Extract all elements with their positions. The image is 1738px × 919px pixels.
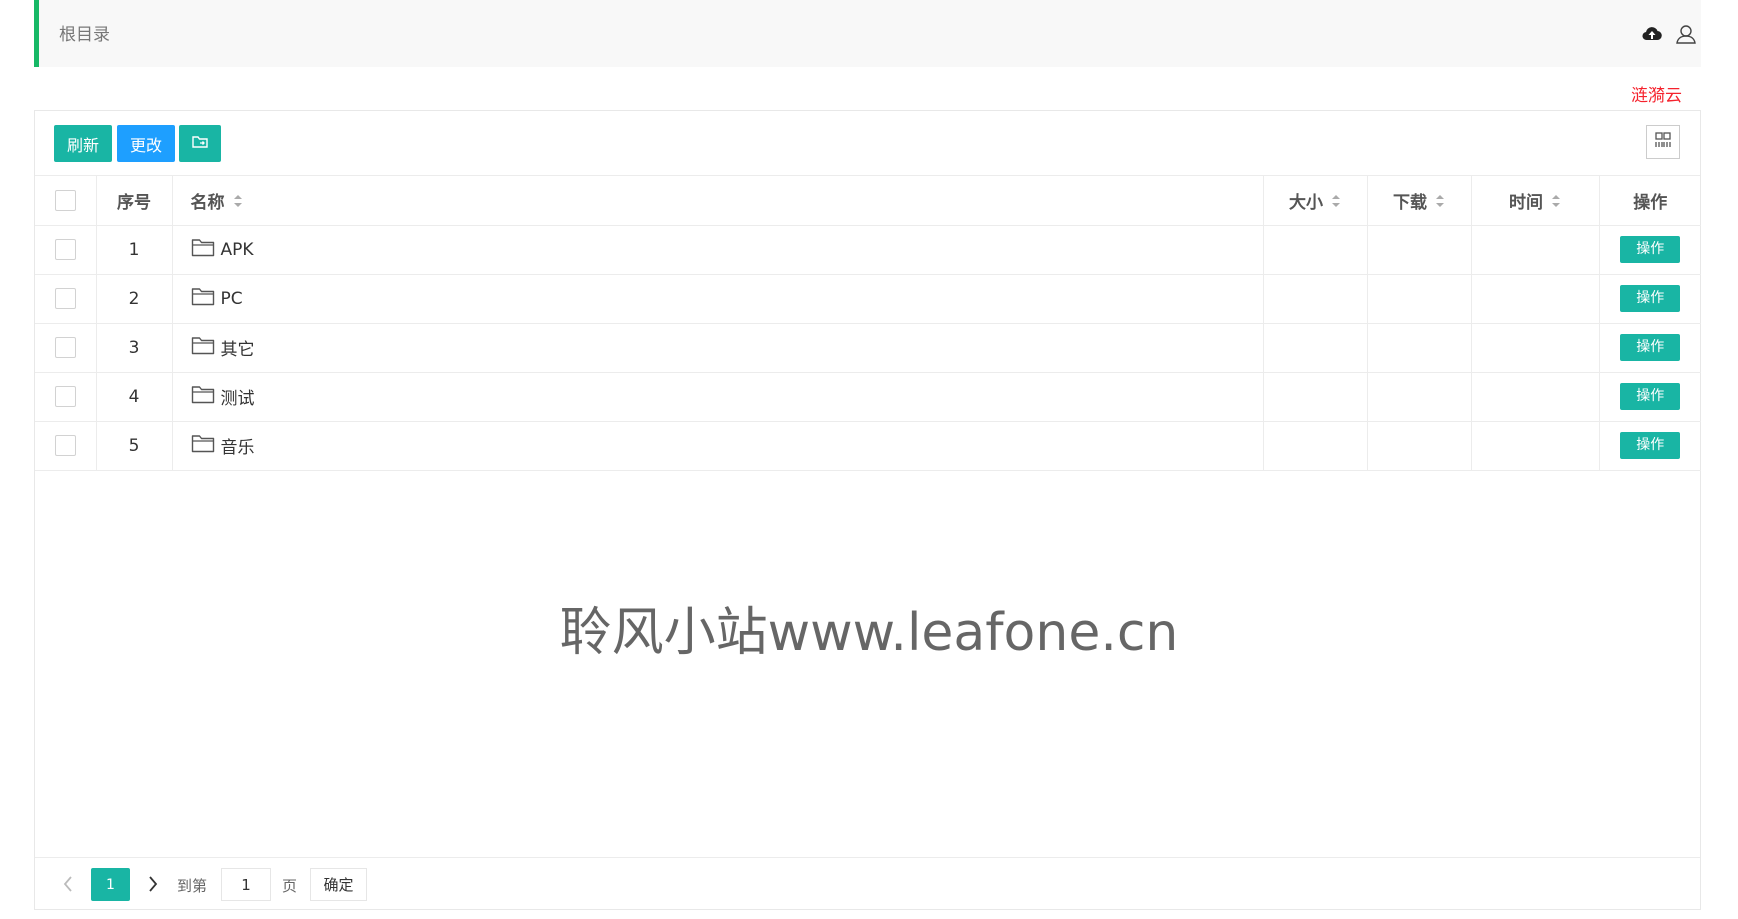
header-action: 操作 bbox=[1599, 176, 1701, 226]
current-page[interactable]: 1 bbox=[91, 868, 130, 901]
row-action-button[interactable]: 操作 bbox=[1620, 236, 1681, 263]
pagination: 1 到第 页 确定 bbox=[35, 857, 1700, 910]
row-checkbox[interactable] bbox=[54, 435, 76, 456]
row-index: 1 bbox=[96, 225, 173, 275]
header-time[interactable]: 时间 bbox=[1471, 176, 1600, 226]
folder-sync-button[interactable] bbox=[179, 125, 221, 162]
header-download[interactable]: 下载 bbox=[1367, 176, 1472, 226]
row-action-button[interactable]: 操作 bbox=[1620, 383, 1681, 410]
file-name-link[interactable]: 测试 bbox=[221, 384, 255, 409]
row-download bbox=[1367, 225, 1472, 275]
refresh-button[interactable]: 刷新 bbox=[54, 125, 112, 162]
chevron-left-icon bbox=[63, 876, 72, 892]
sort-icon[interactable] bbox=[1331, 193, 1341, 213]
brand-link[interactable]: 涟漪云 bbox=[1631, 81, 1682, 106]
row-size bbox=[1263, 372, 1368, 422]
row-action-button[interactable]: 操作 bbox=[1620, 334, 1681, 361]
row-index: 4 bbox=[96, 372, 173, 422]
row-index: 3 bbox=[96, 323, 173, 373]
watermark: 聆风小站www.leafone.cn bbox=[559, 603, 1179, 663]
breadcrumb[interactable]: 根目录 bbox=[59, 20, 110, 45]
row-download bbox=[1367, 323, 1472, 373]
header-size[interactable]: 大小 bbox=[1263, 176, 1368, 226]
row-size bbox=[1263, 323, 1368, 373]
table-row[interactable]: 4 测试 操作 bbox=[35, 372, 1701, 422]
row-time bbox=[1471, 225, 1600, 275]
row-index: 5 bbox=[96, 421, 173, 471]
select-all-cell bbox=[35, 176, 97, 226]
header-name-label: 名称 bbox=[190, 192, 225, 213]
row-checkbox[interactable] bbox=[54, 239, 76, 260]
row-size bbox=[1263, 421, 1368, 471]
row-time bbox=[1471, 372, 1600, 422]
prev-page-button[interactable] bbox=[55, 871, 81, 897]
row-action-button[interactable]: 操作 bbox=[1620, 432, 1681, 459]
file-panel: 刷新 更改 序号 名称 大小 下载 时间 操作 1 APK 操作 2 PC 操作… bbox=[34, 110, 1701, 910]
folder-icon bbox=[191, 433, 215, 458]
file-table: 序号 名称 大小 下载 时间 操作 1 APK 操作 2 PC 操作 3 其它 … bbox=[35, 176, 1701, 471]
folder-icon bbox=[191, 237, 215, 262]
table-row[interactable]: 5 音乐 操作 bbox=[35, 421, 1701, 471]
folder-icon bbox=[191, 286, 215, 311]
header-download-label: 下载 bbox=[1393, 192, 1427, 213]
table-row[interactable]: 2 PC 操作 bbox=[35, 274, 1701, 324]
chevron-right-icon bbox=[149, 876, 158, 892]
user-icon[interactable] bbox=[1675, 24, 1697, 44]
row-download bbox=[1367, 421, 1472, 471]
cloud-upload-icon[interactable] bbox=[1641, 25, 1663, 43]
file-name-link[interactable]: PC bbox=[221, 289, 243, 309]
row-download bbox=[1367, 274, 1472, 324]
page-number-input[interactable] bbox=[221, 868, 271, 901]
select-all-checkbox[interactable] bbox=[54, 189, 76, 211]
next-page-button[interactable] bbox=[140, 871, 166, 897]
folder-sync-icon bbox=[191, 134, 209, 154]
row-time bbox=[1471, 323, 1600, 373]
grid-view-icon bbox=[1655, 132, 1671, 152]
toolbar: 刷新 更改 bbox=[35, 111, 1700, 176]
file-name-link[interactable]: APK bbox=[221, 240, 254, 260]
sort-icon[interactable] bbox=[1551, 193, 1561, 213]
file-name-link[interactable]: 音乐 bbox=[221, 433, 255, 458]
row-checkbox[interactable] bbox=[54, 288, 76, 309]
row-checkbox[interactable] bbox=[54, 386, 76, 407]
header-time-label: 时间 bbox=[1509, 192, 1543, 213]
goto-label: 到第 bbox=[177, 877, 208, 895]
confirm-button[interactable]: 确定 bbox=[310, 868, 367, 901]
sort-icon[interactable] bbox=[233, 193, 243, 213]
row-time bbox=[1471, 274, 1600, 324]
header-icons bbox=[1641, 24, 1697, 44]
row-action-button[interactable]: 操作 bbox=[1620, 285, 1681, 312]
table-row[interactable]: 3 其它 操作 bbox=[35, 323, 1701, 373]
row-size bbox=[1263, 225, 1368, 275]
row-checkbox[interactable] bbox=[54, 337, 76, 358]
row-time bbox=[1471, 421, 1600, 471]
file-name-link[interactable]: 其它 bbox=[221, 335, 255, 360]
header-index: 序号 bbox=[96, 176, 173, 226]
header-bar: 根目录 bbox=[34, 0, 1701, 67]
folder-icon bbox=[191, 335, 215, 360]
sort-icon[interactable] bbox=[1435, 193, 1445, 213]
folder-icon bbox=[191, 384, 215, 409]
page-label: 页 bbox=[282, 877, 298, 895]
row-download bbox=[1367, 372, 1472, 422]
header-size-label: 大小 bbox=[1289, 192, 1323, 213]
header-name[interactable]: 名称 bbox=[172, 176, 1264, 226]
row-index: 2 bbox=[96, 274, 173, 324]
table-row[interactable]: 1 APK 操作 bbox=[35, 225, 1701, 275]
table-header-row: 序号 名称 大小 下载 时间 操作 bbox=[35, 176, 1701, 226]
change-button[interactable]: 更改 bbox=[117, 125, 175, 162]
grid-view-toggle[interactable] bbox=[1646, 125, 1680, 159]
row-size bbox=[1263, 274, 1368, 324]
